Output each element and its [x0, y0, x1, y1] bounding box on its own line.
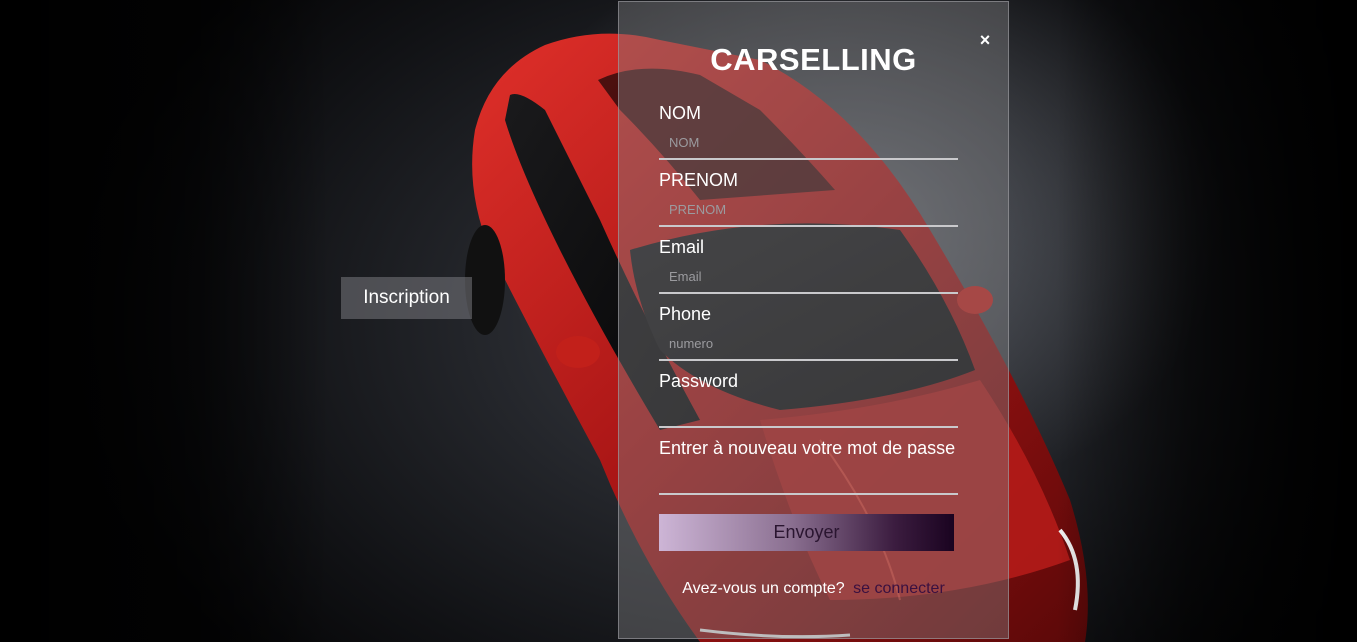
login-prompt: Avez-vous un compte? se connecter — [619, 580, 1008, 598]
password-label: Password — [659, 371, 739, 391]
email-field-group: Email — [659, 236, 958, 294]
prenom-input[interactable] — [659, 193, 958, 227]
confirm-password-label: Entrer à nouveau votre mot de passe — [659, 438, 956, 458]
nom-field-group: NOM — [659, 102, 958, 160]
confirm-password-input[interactable] — [659, 461, 958, 495]
submit-button[interactable]: Envoyer — [659, 514, 954, 551]
brand-title: CARSELLING — [710, 42, 917, 77]
phone-input[interactable] — [659, 327, 958, 361]
vignette-right — [1057, 0, 1357, 642]
inscription-tab[interactable]: Inscription — [341, 277, 472, 319]
email-label: Email — [659, 237, 705, 257]
phone-label: Phone — [659, 304, 712, 324]
signup-modal: × CARSELLING NOM PRENOM Email Phone Pass… — [618, 1, 1009, 639]
password-field-group: Password — [659, 370, 958, 428]
login-question: Avez-vous un compte? — [682, 580, 845, 597]
phone-field-group: Phone — [659, 303, 958, 361]
email-input[interactable] — [659, 260, 958, 294]
nom-label: NOM — [659, 103, 701, 123]
confirm-password-field-group: Entrer à nouveau votre mot de passe — [659, 437, 958, 495]
password-input[interactable] — [659, 394, 958, 428]
prenom-label: PRENOM — [659, 170, 739, 190]
login-link[interactable]: se connecter — [853, 580, 945, 597]
nom-input[interactable] — [659, 126, 958, 160]
prenom-field-group: PRENOM — [659, 169, 958, 227]
vignette-left — [0, 0, 330, 642]
